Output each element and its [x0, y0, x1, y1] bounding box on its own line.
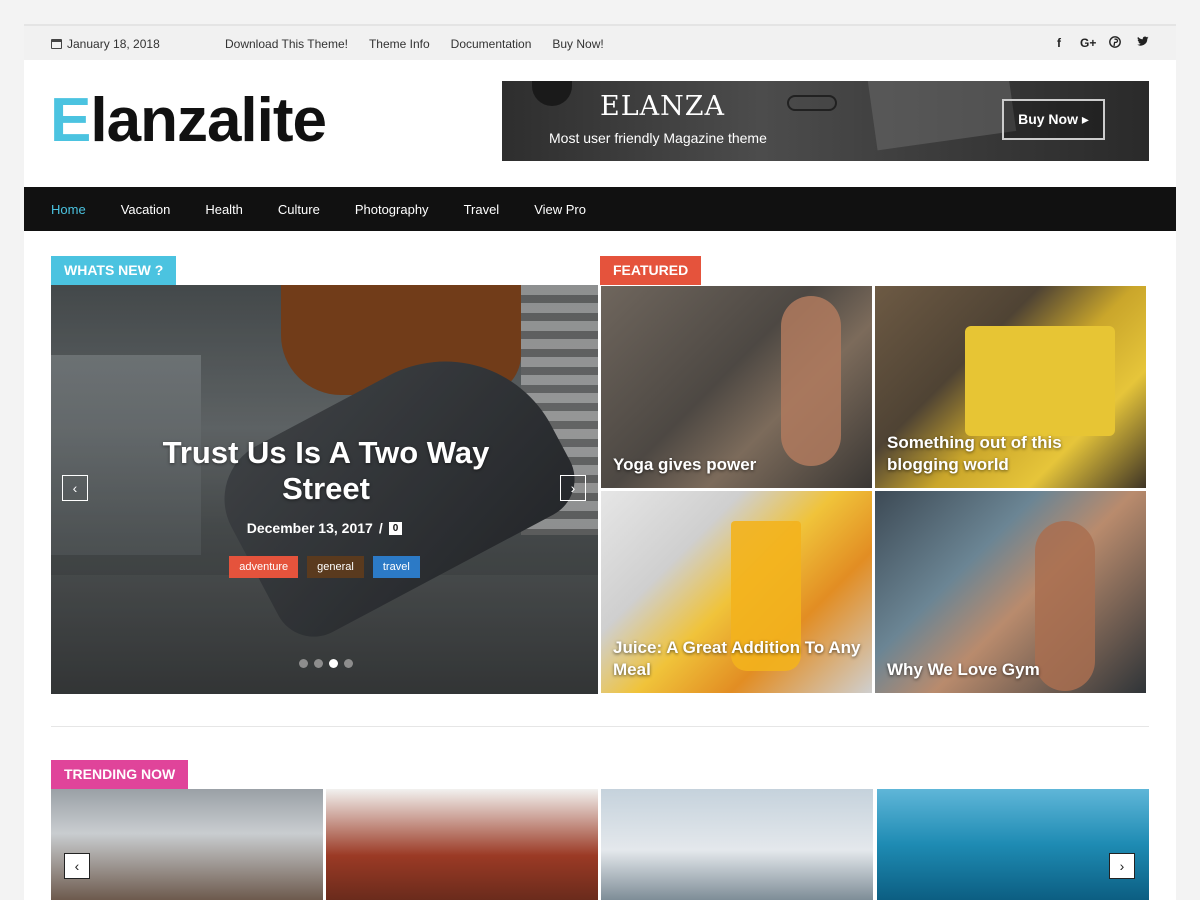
site-logo[interactable]: Elanzalite [50, 86, 327, 156]
featured-card[interactable]: Something out of this blogging world [875, 286, 1146, 488]
featured-image [781, 296, 841, 466]
slider-dot[interactable] [299, 659, 308, 668]
banner-lamp-image [532, 81, 572, 106]
section-label-whats-new: WHATS NEW ? [51, 256, 177, 285]
featured-image [965, 326, 1115, 436]
top-link-buy-now[interactable]: Buy Now! [552, 37, 603, 51]
banner-buy-now-button[interactable]: Buy Now ▸ [1002, 99, 1105, 140]
featured-card-title[interactable]: Something out of this blogging world [887, 432, 1136, 476]
slide-title[interactable]: Trust Us Is A Two Way Street [131, 435, 521, 507]
trending-prev-button[interactable]: ‹ [64, 853, 90, 879]
trending-card[interactable] [601, 789, 873, 900]
main-nav: Home Vacation Health Culture Photography… [24, 187, 1176, 231]
top-link-download[interactable]: Download This Theme! [225, 37, 348, 51]
featured-slider[interactable]: Trust Us Is A Two Way Street December 13… [51, 285, 598, 694]
banner-glasses-image [787, 95, 837, 111]
featured-card-title[interactable]: Why We Love Gym [887, 659, 1136, 681]
nav-item-view-pro[interactable]: View Pro [534, 202, 586, 217]
featured-card[interactable]: Juice: A Great Addition To Any Meal [601, 491, 872, 693]
facebook-icon[interactable]: f [1052, 36, 1066, 51]
nav-item-travel[interactable]: Travel [464, 202, 500, 217]
slide-date: December 13, 2017 [246, 520, 373, 536]
trending-card[interactable] [51, 789, 323, 900]
slider-dot[interactable] [344, 659, 353, 668]
banner-book-image [867, 81, 1017, 151]
featured-card-title[interactable]: Juice: A Great Addition To Any Meal [613, 637, 862, 681]
trending-card[interactable] [326, 789, 598, 900]
tag-adventure[interactable]: adventure [229, 556, 299, 578]
date-text: January 18, 2018 [67, 37, 160, 51]
slide-meta-separator: / [378, 520, 383, 536]
banner-subtitle: Most user friendly Magazine theme [549, 130, 767, 146]
google-plus-icon[interactable]: G+ [1080, 36, 1096, 51]
slider-dot-active[interactable] [329, 659, 338, 668]
trending-next-button[interactable]: › [1109, 853, 1135, 879]
featured-card-title[interactable]: Yoga gives power [613, 454, 862, 476]
slider-next-button[interactable]: › [560, 475, 586, 501]
top-link-documentation[interactable]: Documentation [451, 37, 532, 51]
calendar-icon [51, 39, 62, 49]
twitter-icon[interactable] [1136, 36, 1150, 51]
chevron-left-icon: ‹ [74, 858, 80, 874]
trending-card[interactable] [877, 789, 1149, 900]
top-link-theme-info[interactable]: Theme Info [369, 37, 430, 51]
top-bar: January 18, 2018 Download This Theme! Th… [24, 24, 1176, 60]
chevron-right-icon: › [570, 480, 576, 496]
section-label-trending-now: TRENDING NOW [51, 760, 189, 789]
nav-item-home[interactable]: Home [51, 202, 86, 217]
featured-card[interactable]: Yoga gives power [601, 286, 872, 488]
social-links: f G+ [1052, 36, 1150, 51]
chevron-left-icon: ‹ [72, 480, 78, 496]
tag-general[interactable]: general [307, 556, 364, 578]
nav-item-culture[interactable]: Culture [278, 202, 320, 217]
slide-tags: adventure general travel [51, 556, 598, 578]
top-date: January 18, 2018 [51, 37, 160, 51]
nav-item-vacation[interactable]: Vacation [121, 202, 171, 217]
section-divider [51, 726, 1149, 727]
slider-prev-button[interactable]: ‹ [62, 475, 88, 501]
slide-comment-count[interactable]: 0 [388, 521, 403, 535]
featured-card[interactable]: Why We Love Gym [875, 491, 1146, 693]
banner-title: ELANZA [600, 91, 726, 122]
section-label-featured: FEATURED [600, 256, 702, 285]
logo-first-letter: E [50, 86, 91, 155]
nav-item-photography[interactable]: Photography [355, 202, 429, 217]
nav-item-health[interactable]: Health [205, 202, 243, 217]
page: January 18, 2018 Download This Theme! Th… [24, 24, 1176, 900]
chevron-right-icon: › [1119, 858, 1125, 874]
tag-travel[interactable]: travel [372, 556, 420, 578]
pinterest-icon[interactable] [1108, 36, 1122, 51]
slider-dots [299, 659, 353, 668]
top-links: Download This Theme! Theme Info Document… [225, 37, 604, 51]
slider-dot[interactable] [314, 659, 323, 668]
slide-meta: December 13, 2017 / 0 [51, 520, 598, 536]
header-ad-banner[interactable]: ELANZA Most user friendly Magazine theme… [502, 81, 1149, 161]
logo-rest: lanzalite [90, 86, 327, 155]
